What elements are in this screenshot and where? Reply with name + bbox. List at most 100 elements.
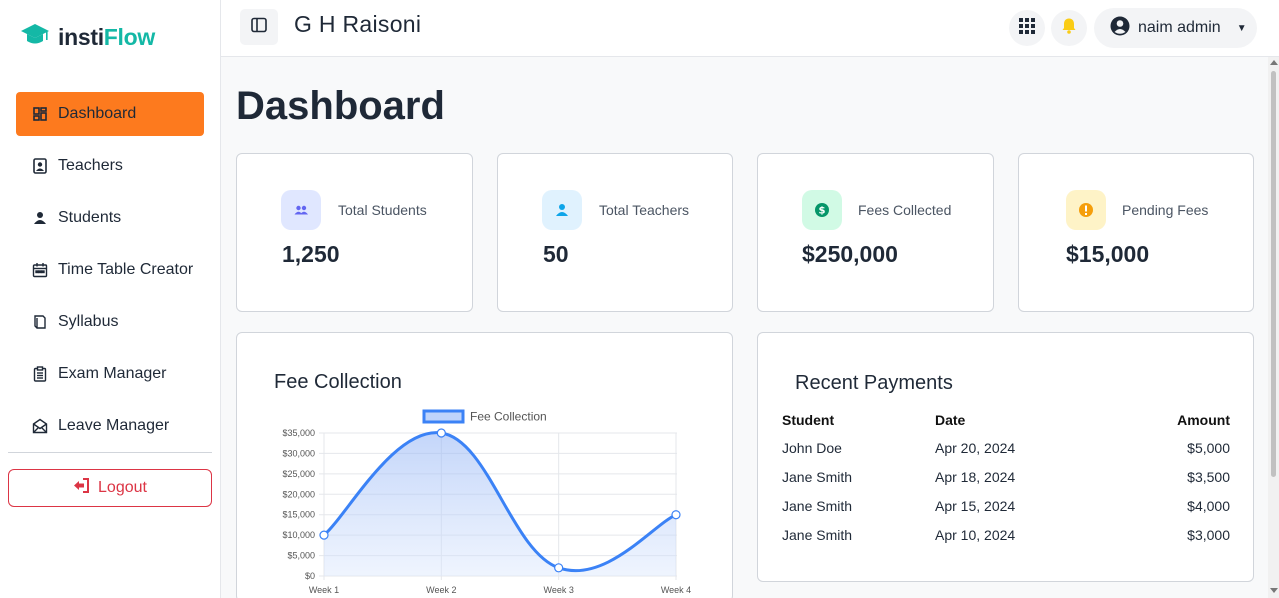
payment-date: Apr 18, 2024 <box>935 468 1016 485</box>
payment-student: Jane Smith <box>782 497 853 514</box>
payment-date: Apr 15, 2024 <box>935 497 1016 514</box>
graduation-cap-icon <box>20 22 50 53</box>
legend-label: Fee Collection <box>470 410 547 424</box>
scrollbar-thumb[interactable] <box>1271 71 1276 477</box>
stat-card-pending-fees: Pending Fees $15,000 <box>1018 153 1254 312</box>
people-icon <box>281 190 321 230</box>
book-icon <box>32 314 48 330</box>
column-header-student: Student <box>782 412 835 428</box>
grid-icon <box>1018 17 1036 40</box>
user-name: naim admin <box>1138 19 1221 36</box>
payment-amount: $5,000 <box>1187 439 1230 456</box>
payment-amount: $4,000 <box>1187 497 1230 514</box>
stat-label: Total Students <box>338 202 427 218</box>
stat-value: 1,250 <box>282 241 340 267</box>
brand-name-part1: insti <box>58 24 104 50</box>
apps-button[interactable] <box>1009 10 1045 46</box>
table-row: John Doe Apr 20, 2024 $5,000 <box>782 433 1230 462</box>
person-icon <box>32 210 48 226</box>
dollar-icon: $ <box>802 190 842 230</box>
y-tick-label: $35,000 <box>282 428 315 438</box>
notifications-button[interactable] <box>1051 10 1087 46</box>
stat-value: $15,000 <box>1066 241 1150 267</box>
x-tick-label: Week 4 <box>661 585 691 595</box>
stat-card-students: Total Students 1,250 <box>236 153 473 312</box>
recent-payments-card: Recent Payments Student Date Amount John… <box>757 332 1254 582</box>
data-point <box>436 428 446 438</box>
y-tick-label: $20,000 <box>282 489 315 499</box>
sidebar-item-label: Students <box>58 209 122 226</box>
brand-logo[interactable]: instiFlow <box>20 22 155 53</box>
page-scrollbar[interactable] <box>1268 57 1279 598</box>
sidebar-item-label: Dashboard <box>58 105 137 122</box>
sidebar-item-label: Leave Manager <box>58 417 170 434</box>
user-menu-button[interactable]: naim admin ▼ <box>1094 8 1257 48</box>
stat-card-teachers: Total Teachers 50 <box>497 153 733 312</box>
sidebar-item-label: Time Table Creator <box>58 261 194 278</box>
column-header-date: Date <box>935 412 966 428</box>
alert-icon <box>1066 190 1106 230</box>
sidebar: instiFlow Dashboard Teachers Students Ti… <box>0 0 221 598</box>
stat-card-fees-collected: $ Fees Collected $250,000 <box>757 153 994 312</box>
y-tick-label: $15,000 <box>282 510 315 520</box>
user-avatar-icon <box>1110 16 1130 41</box>
column-header-amount: Amount <box>1177 412 1230 428</box>
sidebar-divider <box>8 452 212 453</box>
sidebar-toggle-button[interactable] <box>240 9 278 45</box>
person-icon <box>542 190 582 230</box>
stat-label: Pending Fees <box>1122 202 1209 218</box>
logout-icon <box>73 478 90 498</box>
fee-collection-card: Fee Collection $0 $5,000 $10,000 $15,000 $20… <box>236 332 733 598</box>
brand-name-part2: Flow <box>103 24 155 50</box>
scroll-up-arrow-icon[interactable] <box>1270 60 1278 65</box>
dashboard-icon <box>32 106 48 122</box>
payment-date: Apr 20, 2024 <box>935 439 1016 456</box>
table-row: Jane Smith Apr 15, 2024 $4,000 <box>782 491 1230 520</box>
recent-payments-title: Recent Payments <box>795 372 953 394</box>
table-row: Jane Smith Apr 10, 2024 $3,000 <box>782 520 1230 549</box>
fee-collection-chart: $0 $5,000 $10,000 $15,000 $20,000 $25,000 $30,… <box>282 409 691 595</box>
sidebar-item-leave-manager[interactable]: Leave Manager <box>16 404 204 448</box>
y-tick-label: $25,000 <box>282 469 315 479</box>
stat-label: Total Teachers <box>599 202 690 218</box>
table-row: Jane Smith Apr 18, 2024 $3,500 <box>782 462 1230 491</box>
envelope-icon <box>32 418 48 434</box>
stat-value: $250,000 <box>802 241 898 267</box>
y-tick-label: $5,000 <box>287 551 315 561</box>
sidebar-item-label: Syllabus <box>58 313 119 330</box>
sidebar-item-dashboard[interactable]: Dashboard <box>16 92 204 136</box>
payment-amount: $3,500 <box>1187 468 1230 485</box>
svg-text:$: $ <box>819 206 826 217</box>
stat-value: 50 <box>543 241 569 267</box>
payment-student: Jane Smith <box>782 468 853 485</box>
sidebar-item-students[interactable]: Students <box>16 196 204 240</box>
brand-name: instiFlow <box>58 24 155 51</box>
sidebar-item-timetable[interactable]: Time Table Creator <box>16 248 204 292</box>
logout-label: Logout <box>98 479 147 496</box>
y-tick-label: $30,000 <box>282 448 315 458</box>
logout-button[interactable]: Logout <box>8 469 212 507</box>
payments-table: Student Date Amount John Doe Apr 20, 202… <box>782 407 1230 549</box>
payment-student: John Doe <box>782 439 842 456</box>
sidebar-item-syllabus[interactable]: Syllabus <box>16 300 204 344</box>
scroll-down-arrow-icon[interactable] <box>1270 588 1278 593</box>
x-tick-label: Week 3 <box>543 585 573 595</box>
payment-student: Jane Smith <box>782 526 853 543</box>
data-point <box>554 563 564 573</box>
sidebar-item-teachers[interactable]: Teachers <box>16 144 204 188</box>
payment-amount: $3,000 <box>1187 526 1230 543</box>
sidebar-nav: Dashboard Teachers Students Time Table C… <box>16 92 204 456</box>
clipboard-icon <box>32 366 48 382</box>
x-tick-label: Week 1 <box>309 585 339 595</box>
chevron-down-icon: ▼ <box>1236 22 1247 34</box>
sidebar-item-label: Teachers <box>58 157 123 174</box>
y-tick-label: $0 <box>305 571 315 581</box>
teacher-icon <box>32 158 48 174</box>
sidebar-item-exam-manager[interactable]: Exam Manager <box>16 352 204 396</box>
page-title: Dashboard <box>236 84 445 128</box>
stat-label: Fees Collected <box>858 202 952 218</box>
org-name: G H Raisoni <box>294 11 422 37</box>
data-point <box>671 510 681 520</box>
calendar-icon <box>32 262 48 278</box>
topbar: G H Raisoni naim admin ▼ <box>221 0 1279 57</box>
